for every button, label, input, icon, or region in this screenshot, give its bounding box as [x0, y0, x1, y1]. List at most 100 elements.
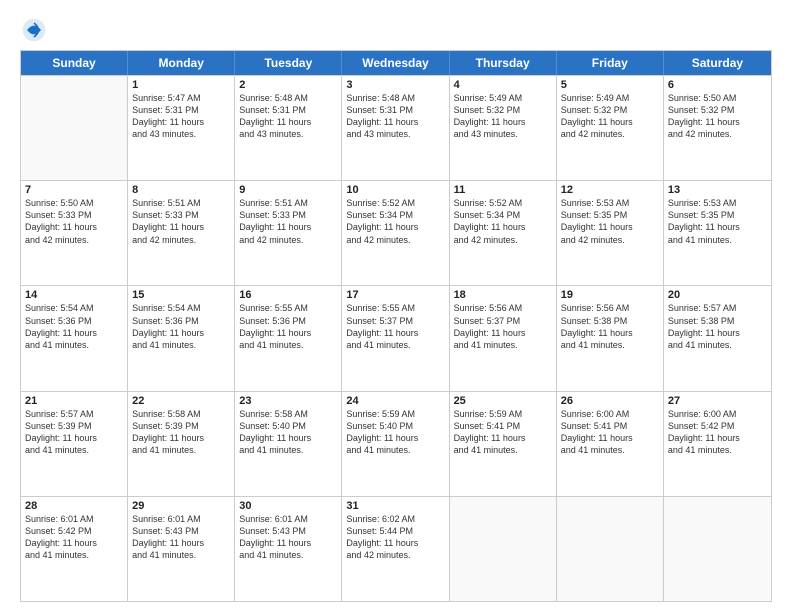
cell-line: Sunrise: 5:57 AM — [25, 408, 123, 420]
cell-line: and 42 minutes. — [346, 234, 444, 246]
day-number: 3 — [346, 79, 444, 91]
cell-line: Sunset: 5:38 PM — [561, 315, 659, 327]
cal-cell: 14Sunrise: 5:54 AMSunset: 5:36 PMDayligh… — [21, 286, 128, 390]
day-number: 14 — [25, 289, 123, 301]
cell-line: and 41 minutes. — [454, 339, 552, 351]
cell-line: Daylight: 11 hours — [454, 327, 552, 339]
cell-line: Daylight: 11 hours — [25, 432, 123, 444]
cell-line: Daylight: 11 hours — [346, 221, 444, 233]
cell-line: and 41 minutes. — [239, 549, 337, 561]
cal-cell — [21, 76, 128, 180]
cell-line: Daylight: 11 hours — [239, 432, 337, 444]
cell-line: and 42 minutes. — [346, 549, 444, 561]
cell-line: Sunset: 5:41 PM — [561, 420, 659, 432]
day-number: 22 — [132, 395, 230, 407]
cell-line: Daylight: 11 hours — [25, 327, 123, 339]
cell-line: and 41 minutes. — [25, 549, 123, 561]
cal-header-cell: Wednesday — [342, 51, 449, 75]
cell-line: Sunset: 5:39 PM — [132, 420, 230, 432]
cell-line: Daylight: 11 hours — [668, 327, 767, 339]
cell-line: Sunset: 5:39 PM — [25, 420, 123, 432]
cell-line: Sunrise: 5:56 AM — [454, 302, 552, 314]
cell-line: and 41 minutes. — [561, 444, 659, 456]
cell-line: Daylight: 11 hours — [132, 432, 230, 444]
day-number: 7 — [25, 184, 123, 196]
day-number: 20 — [668, 289, 767, 301]
cal-row: 1Sunrise: 5:47 AM Sunset: 5:31 PM Daylight… — [21, 75, 771, 180]
cell-line: Sunset: 5:43 PM — [239, 525, 337, 537]
cal-row: 21Sunrise: 5:57 AMSunset: 5:39 PMDayligh… — [21, 391, 771, 496]
cell-line: Sunrise: 5:51 AM — [239, 197, 337, 209]
cell-line: Sunset: 5:40 PM — [239, 420, 337, 432]
day-number: 17 — [346, 289, 444, 301]
cal-header-cell: Thursday — [450, 51, 557, 75]
cell-line: and 42 minutes. — [561, 128, 659, 140]
cell-line: Sunrise: 5:52 AM — [346, 197, 444, 209]
cell-line: Sunset: 5:32 PM — [561, 104, 659, 116]
cal-cell: 31Sunrise: 6:02 AMSunset: 5:44 PMDayligh… — [342, 497, 449, 601]
cal-header-cell: Sunday — [21, 51, 128, 75]
cell-line: and 41 minutes. — [668, 234, 767, 246]
cell-line: Daylight: 11 hours — [561, 116, 659, 128]
cal-cell: 8Sunrise: 5:51 AMSunset: 5:33 PMDaylight… — [128, 181, 235, 285]
cell-line: and 41 minutes. — [132, 444, 230, 456]
cell-line: Sunrise: 5:53 AM — [668, 197, 767, 209]
cell-line: and 41 minutes. — [668, 339, 767, 351]
day-number: 19 — [561, 289, 659, 301]
cell-line: Sunrise: 5:47 AM — [132, 92, 230, 104]
cal-cell: 21Sunrise: 5:57 AMSunset: 5:39 PMDayligh… — [21, 392, 128, 496]
cell-line: Sunset: 5:37 PM — [454, 315, 552, 327]
day-number: 24 — [346, 395, 444, 407]
cal-header-cell: Friday — [557, 51, 664, 75]
cell-line: and 41 minutes. — [346, 444, 444, 456]
cell-line: Sunrise: 5:57 AM — [668, 302, 767, 314]
logo — [20, 16, 52, 44]
cal-cell: 11Sunrise: 5:52 AMSunset: 5:34 PMDayligh… — [450, 181, 557, 285]
cell-line: Sunrise: 5:51 AM — [132, 197, 230, 209]
day-number: 8 — [132, 184, 230, 196]
cell-line: Sunrise: 5:48 AM — [346, 92, 444, 104]
header — [20, 16, 772, 44]
cell-line: and 42 minutes. — [132, 234, 230, 246]
cell-line: Sunrise: 5:52 AM — [454, 197, 552, 209]
cell-line: and 42 minutes. — [454, 234, 552, 246]
cell-line: Sunset: 5:31 PM — [346, 104, 444, 116]
cell-line: Sunset: 5:42 PM — [668, 420, 767, 432]
cell-line: Sunset: 5:32 PM — [668, 104, 767, 116]
cal-cell: 24Sunrise: 5:59 AMSunset: 5:40 PMDayligh… — [342, 392, 449, 496]
cal-row: 14Sunrise: 5:54 AMSunset: 5:36 PMDayligh… — [21, 285, 771, 390]
cell-line: Daylight: 11 hours — [239, 327, 337, 339]
cell-line: and 42 minutes. — [561, 234, 659, 246]
cal-cell: 19Sunrise: 5:56 AMSunset: 5:38 PMDayligh… — [557, 286, 664, 390]
day-number: 11 — [454, 184, 552, 196]
day-number: 28 — [25, 500, 123, 512]
cell-line: and 41 minutes. — [239, 444, 337, 456]
cal-cell: 23Sunrise: 5:58 AMSunset: 5:40 PMDayligh… — [235, 392, 342, 496]
cell-line: Sunset: 5:38 PM — [668, 315, 767, 327]
cal-cell: 12Sunrise: 5:53 AMSunset: 5:35 PMDayligh… — [557, 181, 664, 285]
calendar-header: SundayMondayTuesdayWednesdayThursdayFrid… — [21, 51, 771, 75]
cell-line: Daylight: 11 hours — [25, 221, 123, 233]
cell-line: Daylight: 11 hours — [561, 432, 659, 444]
cell-line: Daylight: 11 hours — [25, 537, 123, 549]
cell-line: Sunset: 5:42 PM — [25, 525, 123, 537]
cell-line: Sunrise: 5:58 AM — [132, 408, 230, 420]
cell-line: Sunrise: 5:56 AM — [561, 302, 659, 314]
cell-line: Daylight: 11 hours — [346, 327, 444, 339]
cell-line: Daylight: 11 hours — [561, 221, 659, 233]
day-number: 25 — [454, 395, 552, 407]
cal-cell — [450, 497, 557, 601]
cell-line: Sunset: 5:34 PM — [346, 209, 444, 221]
cell-line: and 42 minutes. — [668, 128, 767, 140]
day-number: 1 — [132, 79, 230, 91]
cell-line: Daylight: 11 hours — [454, 432, 552, 444]
cell-line: Sunrise: 5:55 AM — [346, 302, 444, 314]
day-number: 16 — [239, 289, 337, 301]
cell-line: Sunset: 5:34 PM — [454, 209, 552, 221]
cell-line: and 41 minutes. — [346, 339, 444, 351]
cal-cell: 22Sunrise: 5:58 AMSunset: 5:39 PMDayligh… — [128, 392, 235, 496]
calendar-body: 1Sunrise: 5:47 AM Sunset: 5:31 PM Daylight… — [21, 75, 771, 601]
cal-cell — [664, 497, 771, 601]
cal-cell: 30Sunrise: 6:01 AMSunset: 5:43 PMDayligh… — [235, 497, 342, 601]
cell-line: and 43 minutes. — [346, 128, 444, 140]
